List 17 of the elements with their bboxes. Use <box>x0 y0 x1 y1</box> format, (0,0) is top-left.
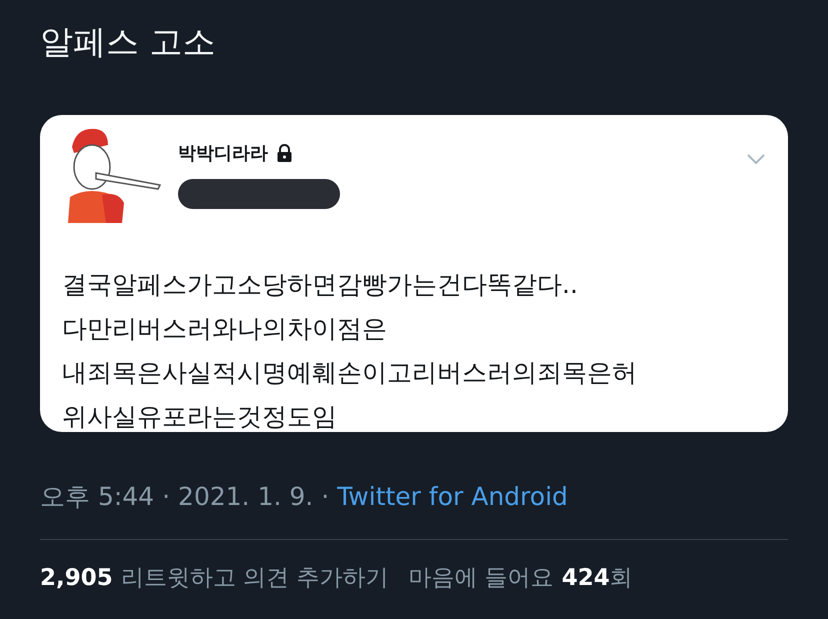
like-count: 424 <box>562 565 610 591</box>
like-label[interactable]: 마음에 들어요 <box>408 562 554 593</box>
post-text-line: 다만리버스러와나의차이점은 <box>62 313 388 345</box>
post-date: 2021. 1. 9. <box>178 482 314 511</box>
retweet-count: 2,905 <box>40 565 113 591</box>
post-time: 오후 5:44 <box>40 481 154 513</box>
count-suffix: 회 <box>610 564 633 593</box>
post-text-line: 내죄목은사실적시명예훼손이고리버스러의죄목은허 <box>62 357 638 389</box>
separator-dot: · <box>321 482 330 511</box>
post-text-line: 위사실유포라는것정도임 <box>62 401 338 432</box>
retweet-label[interactable]: 리트윗하고 의견 추가하기 <box>120 562 388 593</box>
post-text-line: 결국알페스가고소당하면감빵가는건다똑같다.. <box>62 269 579 301</box>
source-link[interactable]: Twitter for Android <box>337 482 568 511</box>
author-name: 박박디라라 <box>178 142 268 165</box>
page-title: 알페스 고소 <box>40 21 216 63</box>
separator-dot: · <box>162 482 170 511</box>
chevron-down-icon[interactable] <box>746 153 766 165</box>
